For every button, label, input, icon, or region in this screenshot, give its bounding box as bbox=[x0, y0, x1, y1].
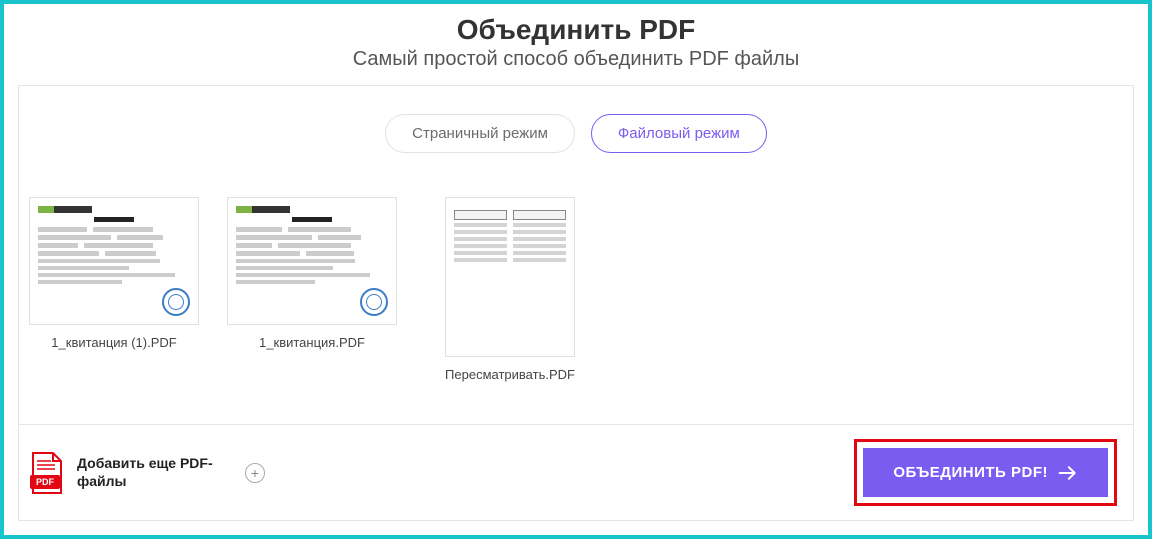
stamp-icon bbox=[360, 288, 388, 316]
page-title: Объединить PDF bbox=[4, 14, 1148, 46]
plus-icon: + bbox=[251, 465, 259, 481]
file-thumbnail bbox=[227, 197, 397, 325]
file-card[interactable]: 1_квитанция.PDF bbox=[227, 197, 397, 424]
footer-bar: PDF Добавить еще PDF-файлы + ОБЪЕДИНИТЬ … bbox=[19, 424, 1133, 520]
merge-button-label: ОБЪЕДИНИТЬ PDF! bbox=[893, 464, 1048, 481]
merge-highlight: ОБЪЕДИНИТЬ PDF! bbox=[854, 439, 1117, 506]
arrow-right-icon bbox=[1058, 465, 1078, 481]
svg-text:PDF: PDF bbox=[36, 477, 55, 487]
merge-button[interactable]: ОБЪЕДИНИТЬ PDF! bbox=[863, 448, 1108, 497]
page-subtitle: Самый простой способ объединить PDF файл… bbox=[4, 48, 1148, 71]
mode-page-button[interactable]: Страничный режим bbox=[385, 114, 575, 153]
add-more-button[interactable]: + bbox=[245, 463, 265, 483]
mode-toggle: Страничный режим Файловый режим bbox=[19, 86, 1133, 171]
file-card[interactable]: Пересматривать.PDF bbox=[425, 197, 595, 424]
add-more-group: PDF Добавить еще PDF-файлы + bbox=[27, 451, 265, 495]
file-thumbnail bbox=[29, 197, 199, 325]
file-card[interactable]: 1_квитанция (1).PDF bbox=[29, 197, 199, 424]
file-name: Пересматривать.PDF bbox=[425, 367, 595, 382]
file-name: 1_квитанция (1).PDF bbox=[29, 335, 199, 350]
pdf-icon: PDF bbox=[27, 451, 67, 495]
file-thumbnail bbox=[445, 197, 575, 357]
file-list: 1_квитанция (1).PDF 1_квитанция.PDF bbox=[19, 171, 1133, 424]
merge-panel: Страничный режим Файловый режим 1_квитан… bbox=[18, 85, 1134, 521]
page-header: Объединить PDF Самый простой способ объе… bbox=[4, 4, 1148, 85]
mode-file-button[interactable]: Файловый режим bbox=[591, 114, 767, 153]
file-name: 1_квитанция.PDF bbox=[227, 335, 397, 350]
add-more-label: Добавить еще PDF-файлы bbox=[77, 455, 227, 490]
stamp-icon bbox=[162, 288, 190, 316]
